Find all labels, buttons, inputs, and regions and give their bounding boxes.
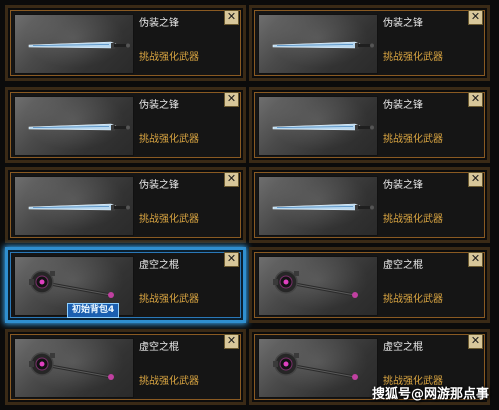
close-icon[interactable]: ✕ [224,252,239,267]
close-icon[interactable]: ✕ [224,334,239,349]
close-icon[interactable]: ✕ [224,10,239,25]
staff-icon [273,352,358,380]
weapon-name: 虚空之棍 [383,342,423,353]
weapon-thumbnail [258,256,378,316]
weapon-task: 挑战强化武器 [139,214,199,225]
close-icon[interactable]: ✕ [468,92,483,107]
weapon-card[interactable]: 伪装之锋挑战强化武器 ✕ [249,87,490,163]
weapon-task: 挑战强化武器 [383,214,443,225]
weapon-task: 挑战强化武器 [139,294,199,305]
weapon-thumbnail [14,338,134,398]
sword-icon [28,123,130,131]
weapon-card[interactable]: 初始背包4 虚空之棍挑战强化武器 ✕ [5,247,246,323]
weapon-card[interactable]: 伪装之锋挑战强化武器 ✕ [249,5,490,81]
close-icon[interactable]: ✕ [468,334,483,349]
close-icon[interactable]: ✕ [468,172,483,187]
close-icon[interactable]: ✕ [468,10,483,25]
weapon-task: 挑战强化武器 [139,52,199,63]
weapon-name: 虚空之棍 [383,260,423,271]
weapon-card[interactable]: 虚空之棍挑战强化武器 ✕ [5,329,246,405]
sword-icon [28,41,130,49]
watermark: 搜狐号@网游那点事 [371,387,489,402]
sword-icon [28,203,130,211]
staff-icon [29,352,114,380]
weapon-card[interactable]: 伪装之锋挑战强化武器 ✕ [5,87,246,163]
weapon-thumbnail [258,96,378,156]
weapon-task: 挑战强化武器 [383,52,443,63]
weapon-card[interactable]: 伪装之锋挑战强化武器 ✕ [249,167,490,243]
weapon-name: 伪装之锋 [139,100,179,111]
sword-icon [272,203,374,211]
sword-icon [272,123,374,131]
weapon-task: 挑战强化武器 [139,376,199,387]
weapon-card[interactable]: 伪装之锋挑战强化武器 ✕ [5,5,246,81]
weapon-thumbnail [258,14,378,74]
weapon-thumbnail [258,338,378,398]
close-icon[interactable]: ✕ [224,172,239,187]
weapon-thumbnail [14,176,134,236]
weapon-task: 挑战强化武器 [383,134,443,145]
sword-icon [272,41,374,49]
weapon-thumbnail [14,96,134,156]
weapon-thumbnail [258,176,378,236]
weapon-card[interactable]: 虚空之棍挑战强化武器 ✕ [249,247,490,323]
weapon-task: 挑战强化武器 [383,294,443,305]
weapon-name: 伪装之锋 [383,180,423,191]
weapon-name: 伪装之锋 [139,18,179,29]
weapon-grid: 伪装之锋 挑战强化武器 ✕ 伪装之锋 挑战强化武器 ✕ 伪装之锋 挑战强化武器 ✕ 伪装之锋 挑战强… [0,0,499,410]
weapon-name: 虚空之棍 [139,342,179,353]
close-icon[interactable]: ✕ [468,252,483,267]
weapon-thumbnail [14,14,134,74]
inventory-tag: 初始背包4 [67,303,120,318]
weapon-task: 挑战强化武器 [139,134,199,145]
weapon-name: 伪装之锋 [139,180,179,191]
close-icon[interactable]: ✕ [224,92,239,107]
weapon-name: 伪装之锋 [383,18,423,29]
weapon-card[interactable]: 伪装之锋挑战强化武器 ✕ [5,167,246,243]
weapon-name: 虚空之棍 [139,260,179,271]
staff-icon [273,270,358,298]
weapon-name: 伪装之锋 [383,100,423,111]
